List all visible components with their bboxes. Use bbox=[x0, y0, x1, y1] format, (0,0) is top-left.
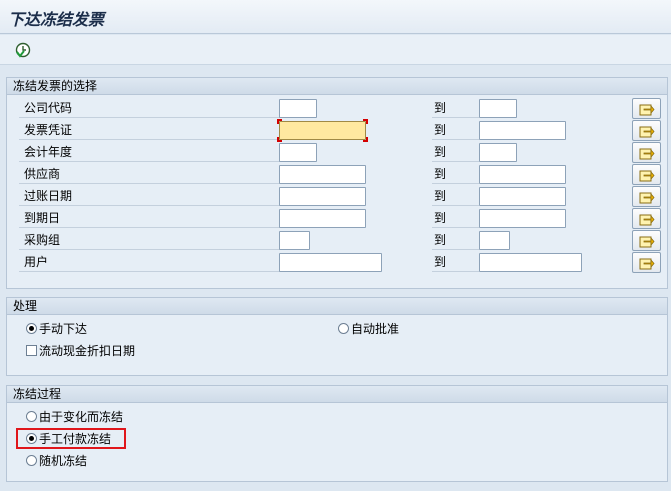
fiscal-year-multiple-selection-button[interactable] bbox=[632, 142, 661, 163]
auto-approve-option[interactable]: 自动批准 bbox=[338, 320, 399, 338]
multiple-selection-arrow-icon bbox=[639, 104, 655, 116]
selection-group-header: 冻结发票的选择 bbox=[7, 78, 667, 95]
multiple-selection-arrow-icon bbox=[639, 214, 655, 226]
posting-date-to-input[interactable] bbox=[479, 187, 566, 206]
page-title: 下达冻结发票 bbox=[8, 10, 105, 29]
cash-discount-date-label: 流动现金折扣日期 bbox=[39, 344, 136, 358]
invoice-document-label: 发票凭证 bbox=[19, 123, 281, 140]
fiscal-year-row: 会计年度 到 bbox=[7, 142, 667, 163]
manual-release-radio[interactable] bbox=[26, 323, 37, 334]
auto-approve-label: 自动批准 bbox=[351, 322, 400, 336]
multiple-selection-arrow-icon bbox=[639, 192, 655, 204]
invoice-document-to-input[interactable] bbox=[479, 121, 566, 140]
multiple-selection-arrow-icon bbox=[639, 236, 655, 248]
user-row: 用户 到 bbox=[7, 252, 667, 273]
due-date-from-input[interactable] bbox=[279, 209, 366, 228]
company-code-to-input[interactable] bbox=[479, 99, 517, 118]
user-multiple-selection-button[interactable] bbox=[632, 252, 661, 273]
multiple-selection-arrow-icon bbox=[639, 170, 655, 182]
company-code-multiple-selection-button[interactable] bbox=[632, 98, 661, 119]
fiscal-year-to-input[interactable] bbox=[479, 143, 517, 162]
invoice-document-from-input[interactable] bbox=[277, 119, 368, 142]
user-from-input[interactable] bbox=[279, 253, 382, 272]
block-due-to-variance-radio[interactable] bbox=[26, 411, 37, 422]
purchasing-group-to-label: 到 bbox=[432, 233, 479, 250]
processing-group-header: 处理 bbox=[7, 298, 667, 315]
user-to-label: 到 bbox=[432, 255, 479, 272]
vendor-multiple-selection-button[interactable] bbox=[632, 164, 661, 185]
processing-group: 处理 手动下达 自动批准 流动现金折扣日期 bbox=[6, 297, 668, 376]
due-date-multiple-selection-button[interactable] bbox=[632, 208, 661, 229]
vendor-to-label: 到 bbox=[432, 167, 479, 184]
user-to-input[interactable] bbox=[479, 253, 582, 272]
vendor-from-input[interactable] bbox=[279, 165, 366, 184]
fiscal-year-from-input[interactable] bbox=[279, 143, 317, 162]
multiple-selection-arrow-icon bbox=[639, 148, 655, 160]
random-block-option[interactable]: 随机冻结 bbox=[26, 452, 87, 470]
random-block-label: 随机冻结 bbox=[39, 454, 88, 468]
due-date-to-label: 到 bbox=[432, 211, 479, 228]
application-toolbar bbox=[0, 35, 671, 65]
vendor-row: 供应商 到 bbox=[7, 164, 667, 185]
random-block-radio[interactable] bbox=[26, 455, 37, 466]
manual-release-label: 手动下达 bbox=[39, 322, 88, 336]
multiple-selection-arrow-icon bbox=[639, 126, 655, 138]
manual-release-option[interactable]: 手动下达 bbox=[26, 320, 87, 338]
posting-date-label: 过账日期 bbox=[19, 189, 281, 206]
block-due-to-variance-label: 由于变化而冻结 bbox=[39, 410, 124, 424]
fiscal-year-to-label: 到 bbox=[432, 145, 479, 162]
posting-date-multiple-selection-button[interactable] bbox=[632, 186, 661, 207]
vendor-to-input[interactable] bbox=[479, 165, 566, 184]
posting-date-row: 过账日期 到 bbox=[7, 186, 667, 207]
due-date-label: 到期日 bbox=[19, 211, 281, 228]
invoice-document-to-label: 到 bbox=[432, 123, 479, 140]
purchasing-group-to-input[interactable] bbox=[479, 231, 510, 250]
company-code-to-label: 到 bbox=[432, 101, 479, 118]
purchasing-group-label: 采购组 bbox=[19, 233, 281, 250]
company-code-from-input[interactable] bbox=[279, 99, 317, 118]
company-code-row: 公司代码 到 bbox=[7, 98, 667, 119]
highlight-annotation bbox=[16, 428, 126, 449]
block-due-to-variance-option[interactable]: 由于变化而冻结 bbox=[26, 408, 123, 426]
selection-group: 冻结发票的选择 公司代码 到 发票凭证 到 会计年度 到 供应商 到 过账日期 … bbox=[6, 77, 668, 289]
auto-approve-radio[interactable] bbox=[338, 323, 349, 334]
block-procedure-group-header: 冻结过程 bbox=[7, 386, 667, 403]
due-date-to-input[interactable] bbox=[479, 209, 566, 228]
user-label: 用户 bbox=[19, 255, 281, 272]
invoice-document-row: 发票凭证 到 bbox=[7, 119, 667, 142]
multiple-selection-arrow-icon bbox=[639, 258, 655, 270]
invoice-document-multiple-selection-button[interactable] bbox=[632, 120, 661, 141]
cash-discount-date-checkbox[interactable] bbox=[26, 345, 37, 356]
fiscal-year-label: 会计年度 bbox=[19, 145, 281, 162]
purchasing-group-multiple-selection-button[interactable] bbox=[632, 230, 661, 251]
purchasing-group-from-input[interactable] bbox=[279, 231, 310, 250]
posting-date-to-label: 到 bbox=[432, 189, 479, 206]
due-date-row: 到期日 到 bbox=[7, 208, 667, 229]
vendor-label: 供应商 bbox=[19, 167, 281, 184]
company-code-label: 公司代码 bbox=[19, 101, 281, 118]
cash-discount-date-option[interactable]: 流动现金折扣日期 bbox=[26, 342, 135, 360]
title-bar: 下达冻结发票 bbox=[0, 0, 671, 34]
execute-clock-icon[interactable] bbox=[14, 41, 32, 59]
purchasing-group-row: 采购组 到 bbox=[7, 230, 667, 251]
posting-date-from-input[interactable] bbox=[279, 187, 366, 206]
